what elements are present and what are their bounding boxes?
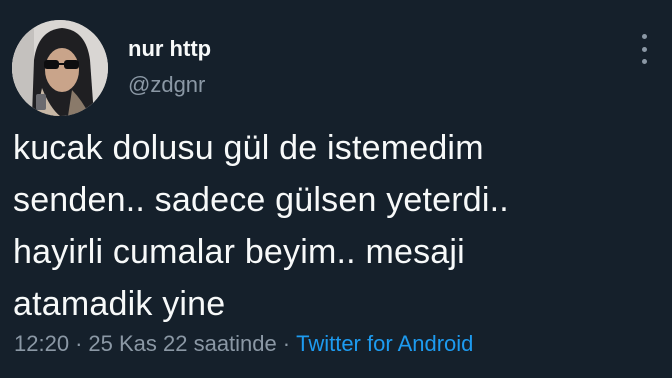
tweet-source-link[interactable]: Twitter for Android <box>296 331 473 356</box>
tweet-time[interactable]: 12:20 <box>14 331 69 356</box>
more-vertical-icon[interactable] <box>636 34 652 64</box>
more-dot <box>641 34 647 39</box>
profile-photo-image <box>12 20 108 116</box>
user-info: nur http @zdgnr <box>128 36 211 98</box>
tweet-date[interactable]: 25 Kas 22 saatinde <box>88 331 276 356</box>
meta-separator: · <box>75 331 83 356</box>
avatar[interactable] <box>12 20 108 116</box>
tweet-card: nur http @zdgnr kucak dolusu gül de iste… <box>0 0 672 378</box>
tweet-meta: 12:20 · 25 Kas 22 saatinde · Twitter for And… <box>14 330 473 358</box>
meta-separator: · <box>282 331 291 356</box>
more-dot <box>641 46 647 52</box>
more-dot <box>641 59 647 64</box>
tweet-text: kucak dolusu gül de istemedim senden.. s… <box>13 129 509 323</box>
display-name[interactable]: nur http <box>128 36 211 62</box>
user-handle[interactable]: @zdgnr <box>128 72 211 98</box>
